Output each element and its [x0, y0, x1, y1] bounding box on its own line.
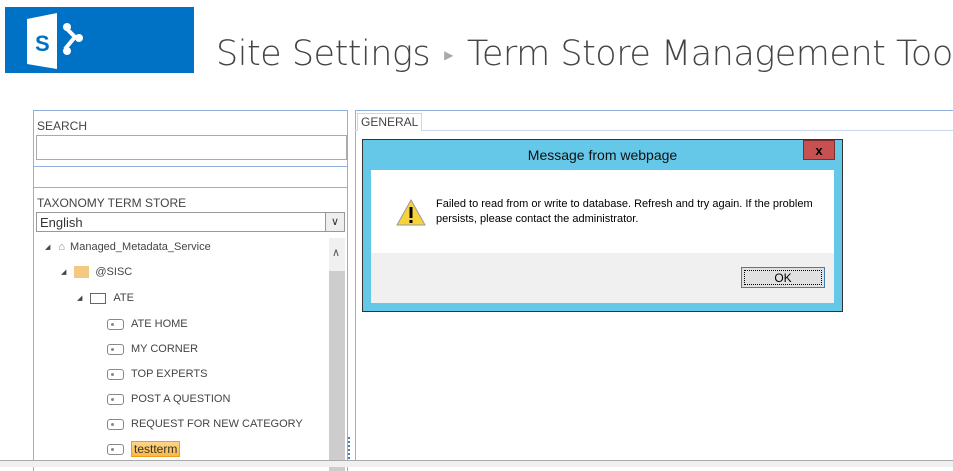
breadcrumb-site-settings[interactable]: Site Settings [216, 34, 431, 74]
node-label: @SISC [95, 266, 133, 278]
divider [355, 130, 953, 131]
tree-term[interactable]: TOP EXPERTS [107, 365, 207, 383]
search-input[interactable] [36, 135, 347, 160]
divider [355, 110, 953, 111]
term-icon [107, 443, 124, 455]
sharepoint-logo[interactable]: S [5, 7, 194, 73]
chevron-down-icon: ∨ [325, 213, 344, 231]
term-set-icon [90, 292, 107, 304]
tree-term[interactable]: POST A QUESTION [107, 390, 230, 408]
tree-node-termset[interactable]: ◢ ATE [77, 289, 134, 307]
tree-node-root[interactable]: ◢ ⌂ Managed_Metadata_Service [45, 238, 211, 256]
node-label: Managed_Metadata_Service [70, 241, 211, 253]
folder-icon [74, 266, 90, 278]
term-icon [107, 318, 124, 330]
taxonomy-panel: SEARCH TAXONOMY TERM STORE English ∨ ∧ ◢ ⌂… [33, 110, 348, 471]
tree-scrollbar[interactable]: ∧ [329, 238, 345, 471]
dialog-message: Failed to read from or write to database… [436, 198, 813, 225]
tree-node-group[interactable]: ◢ @SISC [61, 263, 132, 281]
tree-term[interactable]: MY CORNER [107, 340, 198, 358]
close-button[interactable]: x [803, 140, 835, 160]
term-icon [107, 418, 124, 430]
node-label: POST A QUESTION [131, 393, 231, 405]
tree-term[interactable]: ATE HOME [107, 315, 188, 333]
term-icon [107, 393, 124, 405]
term-store-icon: ⌂ [58, 241, 66, 253]
dialog-content: Failed to read from or write to database… [371, 170, 834, 253]
message-dialog: Message from webpage x Failed to read fr… [362, 139, 843, 312]
tree-term-selected[interactable]: testterm [107, 440, 181, 458]
dialog-title: Message from webpage [527, 147, 678, 163]
divider [34, 187, 347, 188]
node-label: MY CORNER [131, 343, 199, 355]
language-select[interactable]: English ∨ [36, 212, 345, 232]
node-label: TOP EXPERTS [131, 368, 208, 380]
scrollbar-thumb[interactable] [329, 271, 345, 471]
node-label: ATE HOME [131, 318, 188, 330]
scroll-up-icon[interactable]: ∧ [332, 246, 340, 259]
divider [355, 110, 356, 466]
node-label: REQUEST FOR NEW CATEGORY [131, 418, 303, 430]
term-icon [107, 343, 124, 355]
expanded-icon: ◢ [45, 244, 51, 251]
term-icon [107, 368, 124, 380]
tab-general[interactable]: GENERAL [357, 113, 423, 131]
breadcrumb: Site Settings ▶ Term Store Management Tool [216, 34, 953, 74]
search-label: SEARCH [37, 119, 88, 133]
warning-icon [396, 198, 426, 226]
svg-text:S: S [35, 31, 50, 56]
node-label: testterm [131, 441, 181, 457]
panel-splitter[interactable] [348, 437, 352, 459]
language-value: English [40, 215, 83, 230]
expanded-icon: ◢ [61, 269, 67, 276]
dialog-footer: OK [371, 253, 834, 303]
sharepoint-icon: S [27, 13, 83, 69]
page-title: Term Store Management Tool [466, 34, 953, 74]
ok-button[interactable]: OK [741, 267, 825, 288]
divider [34, 166, 347, 167]
tree-term[interactable]: REQUEST FOR NEW CATEGORY [107, 415, 303, 433]
node-label: ATE [113, 292, 134, 304]
breadcrumb-separator-icon: ▶ [444, 48, 453, 62]
taxonomy-label: TAXONOMY TERM STORE [37, 196, 187, 210]
expanded-icon: ◢ [77, 295, 83, 302]
